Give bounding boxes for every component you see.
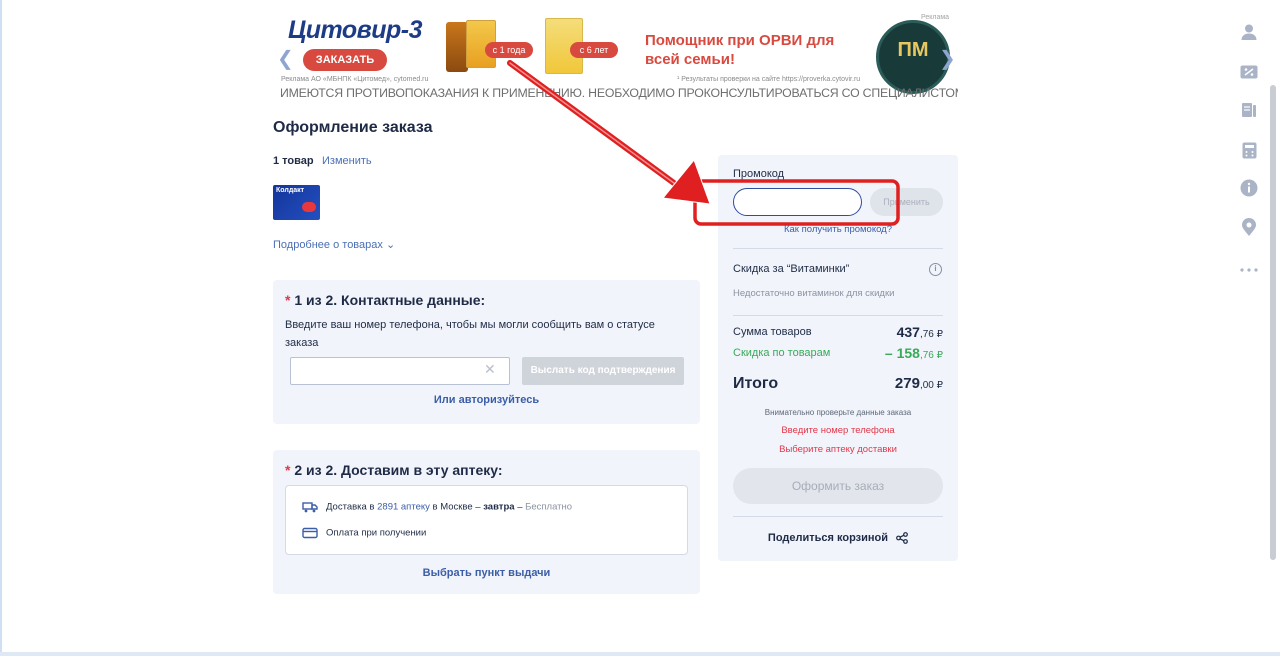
vitamins-discount-title: Скидка за “Витаминки” <box>733 263 850 275</box>
banner-warning: ИМЕЮТСЯ ПРОТИВОПОКАЗАНИЯ К ПРИМЕНЕНИЮ. Н… <box>280 86 958 100</box>
page-title: Оформление заказа <box>273 119 433 136</box>
window-frame-left <box>0 0 2 656</box>
delivery-section-title: * 2 из 2. Доставим в эту аптеку: <box>285 462 503 478</box>
total-value: 279,00 ₽ <box>894 375 943 392</box>
page-scrollbar[interactable] <box>1270 85 1276 560</box>
required-mark: * <box>285 292 291 308</box>
delivery-city: в Москве – <box>432 501 481 513</box>
discount-icon[interactable] <box>1239 62 1259 82</box>
product-name: Колдакт <box>276 187 305 194</box>
delivery-title-text: 2 из 2. Доставим в эту аптеку: <box>294 462 503 478</box>
payment-text: Оплата при получении <box>326 527 427 539</box>
order-summary: Промокод Применить Как получить промокод… <box>718 155 958 561</box>
items-sum-label: Сумма товаров <box>733 326 812 338</box>
change-items-link[interactable]: Изменить <box>322 155 372 167</box>
banner-legal-note: ¹ Результаты проверки на сайте https://p… <box>677 76 861 83</box>
contact-section: * 1 из 2. Контактные данные: Введите ваш… <box>273 280 700 424</box>
phone-input[interactable] <box>290 357 510 385</box>
calculator-icon[interactable] <box>1239 140 1259 160</box>
product-pill-image <box>302 202 316 212</box>
annotation-arrow-head <box>662 159 711 205</box>
delivery-line: Доставка в 2891 аптеку в Москве – завтра… <box>302 501 572 513</box>
delivery-truck-icon <box>302 502 318 513</box>
items-count: 1 товар <box>273 155 314 167</box>
discount-value: – 158,76 ₽ <box>884 345 943 361</box>
more-about-items-link[interactable]: Подробнее о товарах ⌄ <box>273 238 395 251</box>
age-badge-1: с 1 года <box>485 42 533 58</box>
delivery-prefix: Доставка в <box>326 501 375 513</box>
banner-legal-text: Реклама АО «МБНПК «Цитомед», cytomed.ru <box>281 76 429 83</box>
pharmacy-error: Выберите аптеку доставки <box>779 444 897 455</box>
delivery-info-box: Доставка в 2891 аптеку в Москве – завтра… <box>285 485 688 555</box>
product-bottle-image <box>446 22 468 72</box>
ad-label: Реклама <box>921 14 950 21</box>
banner-next-icon[interactable]: ❯ <box>939 46 956 71</box>
window-frame-bottom <box>0 652 1280 656</box>
promo-apply-button[interactable]: Применить <box>870 188 943 216</box>
promo-label: Промокод <box>733 168 785 180</box>
items-sum-value: 437,76 ₽ <box>896 324 943 340</box>
pharmacy-count-link[interactable]: 2891 аптеку <box>377 502 430 513</box>
more-icon[interactable] <box>1239 260 1259 280</box>
phone-error: Введите номер телефона <box>781 425 895 436</box>
place-order-button[interactable]: Оформить заказ <box>733 468 943 504</box>
vitamins-note: Недостаточно витаминок для скидки <box>733 288 895 299</box>
discount-label: Скидка по товарам <box>733 347 831 359</box>
age-badge-6: с 6 лет <box>570 42 618 58</box>
banner-slogan: Помощник при ОРВИ для всей семьи! <box>645 32 835 68</box>
info-rail-icon[interactable] <box>1239 178 1259 198</box>
contact-description: Введите ваш номер телефона, чтобы мы мог… <box>285 319 655 349</box>
choose-pickup-link[interactable]: Выбрать пункт выдачи <box>273 567 700 579</box>
contact-title-text: 1 из 2. Контактные данные: <box>294 292 486 308</box>
delivery-section: * 2 из 2. Доставим в эту аптеку: Доставк… <box>273 450 700 594</box>
user-icon[interactable] <box>1239 22 1259 42</box>
authorize-link[interactable]: Или авторизуйтесь <box>273 394 700 406</box>
delivery-price: Бесплатно <box>525 501 573 513</box>
banner-prev-icon[interactable]: ❮ <box>277 46 294 71</box>
location-icon[interactable] <box>1239 217 1259 237</box>
total-label: Итого <box>733 375 779 392</box>
banner-order-button[interactable]: ЗАКАЗАТЬ <box>303 49 387 71</box>
share-cart-link[interactable]: Поделиться корзиной <box>718 532 958 544</box>
check-order-note: Внимательно проверьте данные заказа <box>764 408 912 417</box>
divider <box>733 516 943 517</box>
divider <box>733 315 943 316</box>
payment-line: Оплата при получении <box>302 527 426 539</box>
card-icon <box>302 527 318 539</box>
send-code-button[interactable]: Выслать код подтверждения <box>522 357 684 385</box>
required-mark: * <box>285 462 291 478</box>
promo-input[interactable] <box>733 188 862 216</box>
catalog-icon[interactable] <box>1239 100 1259 120</box>
ad-banner[interactable]: ❮ Цитовир-3 ЗАКАЗАТЬ с 1 года с 6 лет По… <box>273 12 958 102</box>
banner-logo: Цитовир-3 <box>288 16 423 44</box>
product-thumbnail[interactable]: Колдакт <box>273 185 320 220</box>
contact-section-title: * 1 из 2. Контактные данные: <box>285 292 485 308</box>
promo-how-link[interactable]: Как получить промокод? <box>718 224 958 235</box>
share-icon <box>896 532 908 544</box>
divider <box>733 248 943 249</box>
clear-phone-icon[interactable]: ✕ <box>484 361 496 378</box>
delivery-date: завтра <box>483 501 515 513</box>
delivery-dash: – <box>517 501 523 513</box>
share-cart-label: Поделиться корзиной <box>767 532 889 544</box>
info-icon[interactable]: i <box>929 263 942 276</box>
